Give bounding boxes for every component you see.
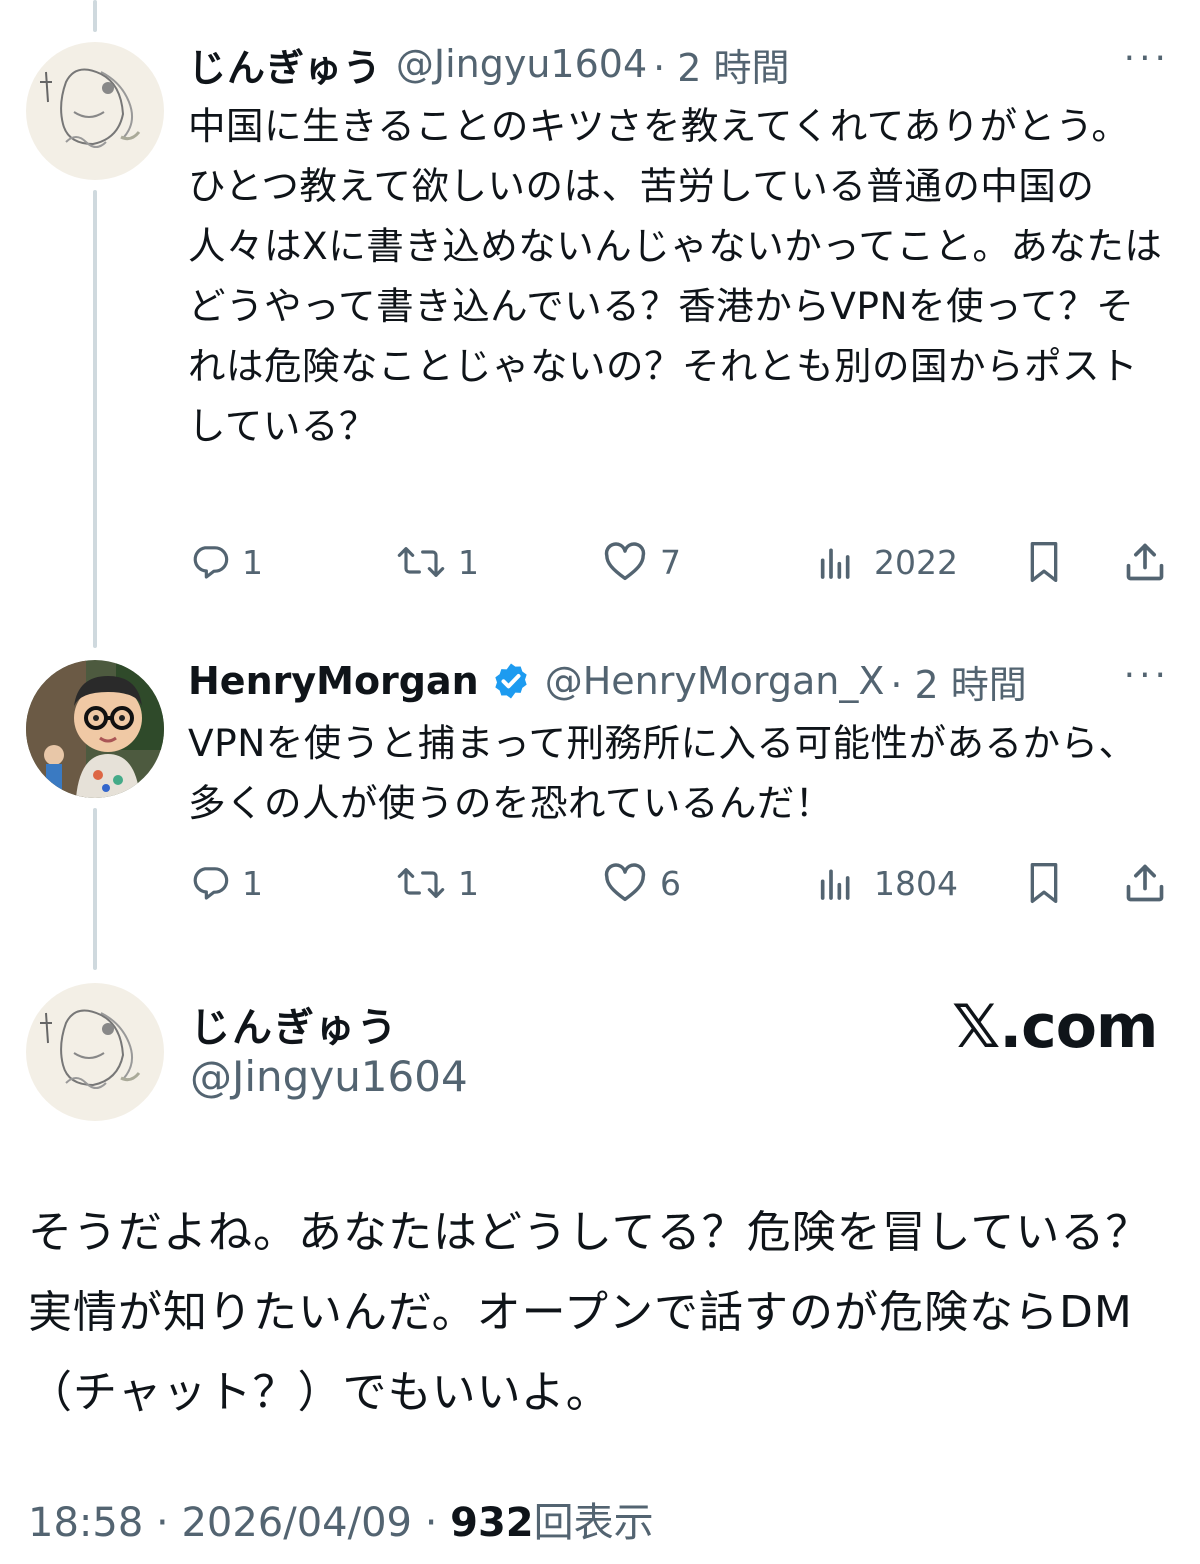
tweet-2[interactable]: HenryMorgan @HenryMorgan_X · 2 時間 ··· VP… <box>188 651 1170 833</box>
thread-line-top <box>93 0 97 32</box>
tweet-meta: 18:58 · 2026/04/09 · 932回表示 <box>28 1490 654 1548</box>
tweet-1[interactable]: じんぎゅう @Jingyu1604 · 2 時間 ··· 中国に生きることのキツ… <box>188 34 1170 456</box>
x-logo: 𝕏.com <box>952 992 1158 1062</box>
action-bar: 1 1 7 2022 <box>188 537 1173 587</box>
like-count: 6 <box>660 863 681 903</box>
view-label: 回表示 <box>533 1500 654 1546</box>
separator: · <box>156 1500 169 1546</box>
separator: · <box>424 1500 438 1546</box>
repost-count: 1 <box>458 863 479 903</box>
verified-badge-icon <box>491 661 531 701</box>
reply-count: 1 <box>242 542 263 582</box>
views-icon <box>816 863 856 903</box>
reply-icon <box>190 863 230 903</box>
display-name[interactable]: じんぎゅう <box>188 37 382 92</box>
view-count: 1804 <box>874 863 958 903</box>
repost-icon <box>396 863 446 903</box>
reply-count: 1 <box>242 863 263 903</box>
bookmark-button[interactable] <box>1024 858 1064 908</box>
repost-button[interactable]: 1 <box>396 858 479 908</box>
thread-line-1 <box>93 190 97 648</box>
share-button[interactable] <box>1123 858 1167 908</box>
handle[interactable]: @HenryMorgan_X <box>545 659 885 703</box>
views-icon <box>816 542 856 582</box>
more-icon[interactable]: ··· <box>1124 658 1170 694</box>
main-tweet-text: そうだよね。あなたはどうしてる？危険を冒している？実情が知りたいんだ。オープンで… <box>28 1207 1151 1418</box>
tweet-text: 中国に生きることのキツさを教えてくれてありがとう。 ひとつ教えて欲しいのは、苦労… <box>188 104 1163 448</box>
bookmark-button[interactable] <box>1024 537 1064 587</box>
share-icon <box>1123 861 1167 905</box>
tweet-header: じんぎゅう @Jingyu1604 · 2 時間 ··· <box>188 34 1170 94</box>
handle[interactable]: @Jingyu1604 <box>396 42 647 86</box>
repost-count: 1 <box>458 542 479 582</box>
avatar-henrymorgan[interactable] <box>26 660 164 798</box>
reply-button[interactable]: 1 <box>190 537 263 587</box>
tweet-text: VPNを使うと捕まって刑務所に入る可能性があるから、多くの人が使うのを恐れている… <box>188 721 1137 825</box>
view-count: 932 <box>450 1500 534 1546</box>
tweet-header: HenryMorgan @HenryMorgan_X · 2 時間 ··· <box>188 651 1170 711</box>
reply-icon <box>190 542 230 582</box>
timestamp[interactable]: · 2 時間 <box>890 654 1026 709</box>
repost-button[interactable]: 1 <box>396 537 479 587</box>
like-icon <box>602 863 648 903</box>
bookmark-icon <box>1024 861 1064 905</box>
avatar-jingyu-main[interactable] <box>26 983 164 1121</box>
timestamp[interactable]: · 2 時間 <box>653 37 789 92</box>
main-handle[interactable]: @Jingyu1604 <box>190 1052 468 1101</box>
tweet-time[interactable]: 18:58 <box>28 1500 143 1546</box>
like-button[interactable]: 6 <box>602 858 681 908</box>
main-display-name[interactable]: じんぎゅう <box>190 995 399 1053</box>
tweet-date[interactable]: 2026/04/09 <box>181 1500 412 1546</box>
display-name[interactable]: HenryMorgan <box>188 659 479 703</box>
avatar-jingyu[interactable] <box>26 42 164 180</box>
more-icon[interactable]: ··· <box>1124 41 1170 77</box>
views-button[interactable]: 2022 <box>816 537 958 587</box>
view-count: 2022 <box>874 542 958 582</box>
bookmark-icon <box>1024 540 1064 584</box>
repost-icon <box>396 542 446 582</box>
like-button[interactable]: 7 <box>602 537 681 587</box>
share-icon <box>1123 540 1167 584</box>
like-count: 7 <box>660 542 681 582</box>
views-button[interactable]: 1804 <box>816 858 958 908</box>
thread-line-2 <box>93 808 97 970</box>
action-bar: 1 1 6 1804 <box>188 858 1173 908</box>
share-button[interactable] <box>1123 537 1167 587</box>
like-icon <box>602 542 648 582</box>
reply-button[interactable]: 1 <box>190 858 263 908</box>
